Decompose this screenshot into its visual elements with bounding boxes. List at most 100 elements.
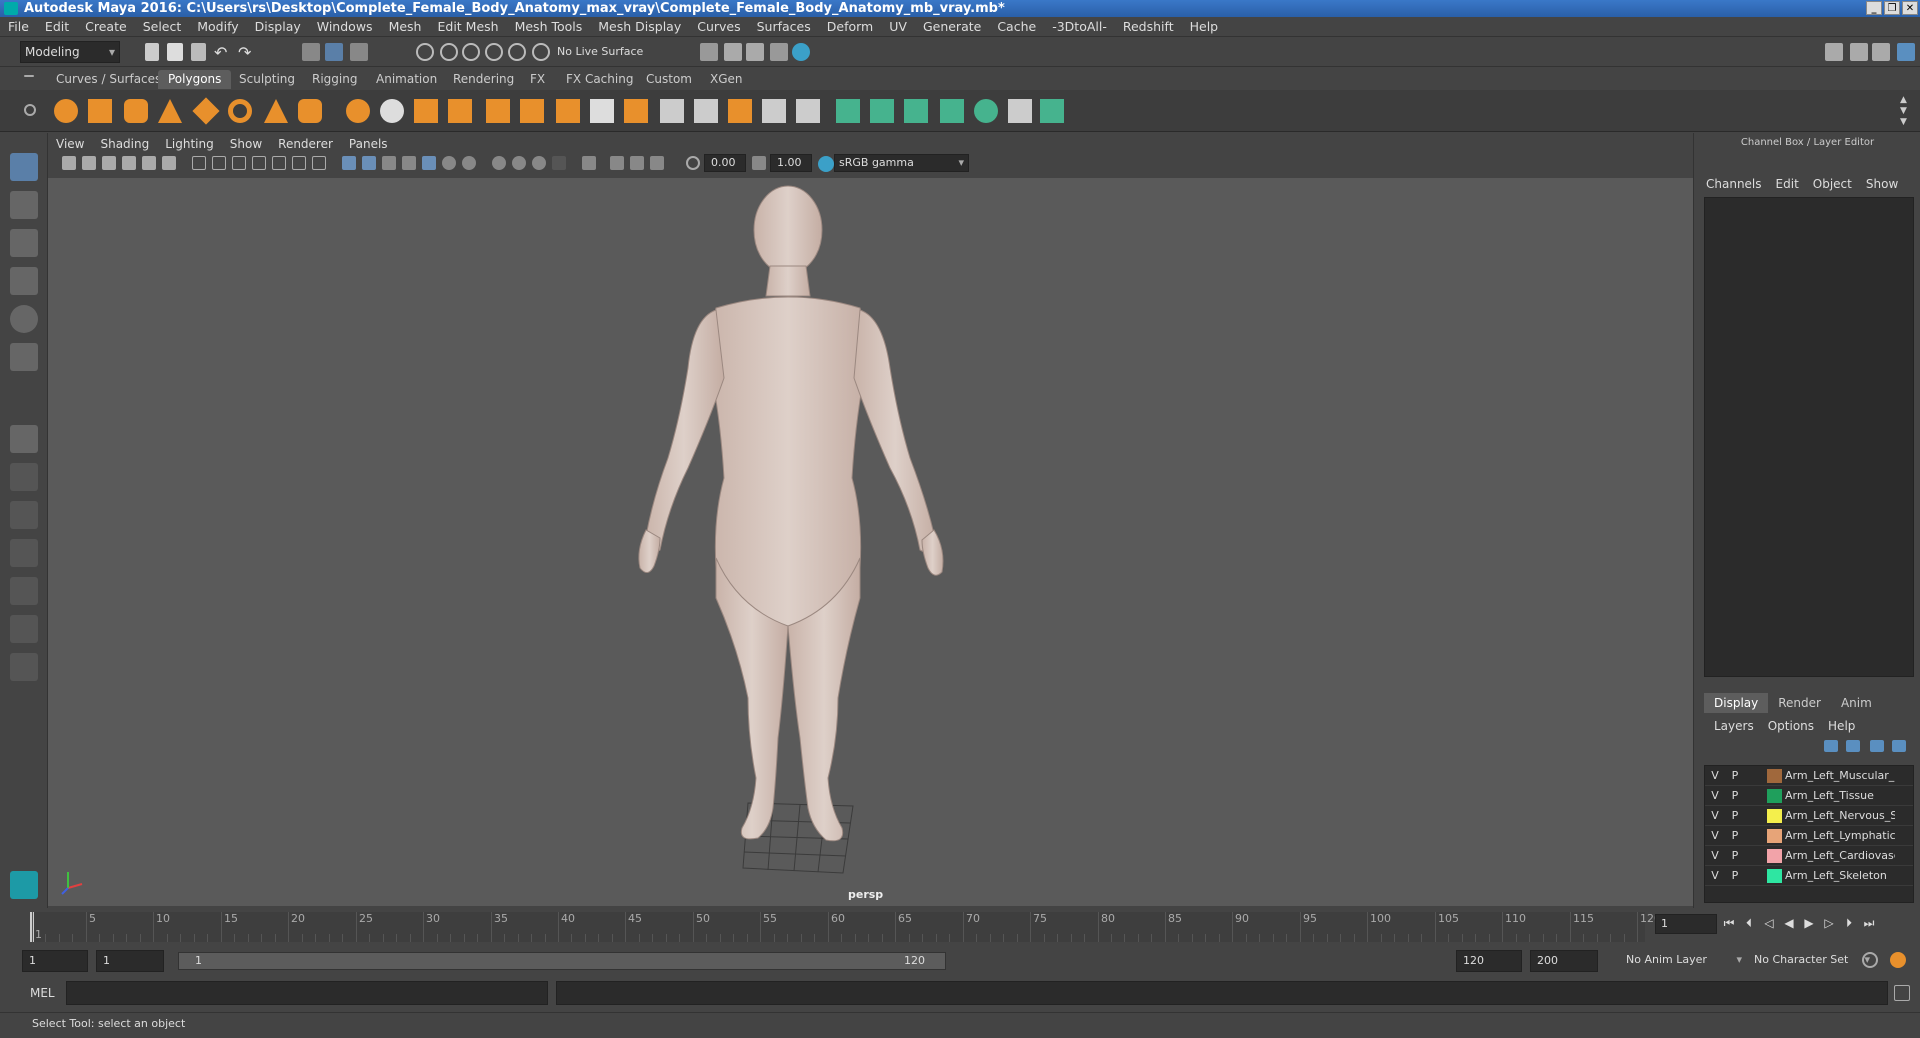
play-backwards-button[interactable]: ◀ xyxy=(1781,914,1797,932)
grid-icon[interactable] xyxy=(192,156,206,170)
layer-color-swatch[interactable] xyxy=(1767,868,1782,883)
layer-color-swatch[interactable] xyxy=(1767,808,1782,823)
xray-components-icon[interactable] xyxy=(650,156,664,170)
menu-set-dropdown[interactable]: Modeling xyxy=(20,41,120,63)
menu-surfaces[interactable]: Surfaces xyxy=(749,17,819,37)
layer-row[interactable]: V P Arm_Left_Tissue xyxy=(1705,786,1913,806)
channel-edit-menu[interactable]: Edit xyxy=(1776,177,1813,191)
playback-start-field[interactable]: 1 xyxy=(96,950,164,972)
layer-playback-toggle[interactable]: P xyxy=(1725,849,1745,862)
append-polygon-icon[interactable] xyxy=(660,99,684,123)
layer-visibility-toggle[interactable]: V xyxy=(1705,849,1725,862)
multisample-aa-icon[interactable] xyxy=(532,156,546,170)
combine-icon[interactable] xyxy=(346,99,370,123)
channel-box-area[interactable] xyxy=(1704,197,1914,677)
select-by-hierarchy-icon[interactable] xyxy=(302,43,320,61)
camera-attributes-icon[interactable] xyxy=(82,156,96,170)
new-layer-selected-icon[interactable] xyxy=(1892,740,1906,752)
panel-menu-panels[interactable]: Panels xyxy=(341,135,396,153)
smooth-shade-icon[interactable] xyxy=(362,156,376,170)
menu-create[interactable]: Create xyxy=(77,17,135,37)
panel-menu-shading[interactable]: Shading xyxy=(92,135,157,153)
scale-tool-icon[interactable] xyxy=(10,343,38,371)
custom-layout-icon[interactable] xyxy=(10,653,38,681)
shelf-tab-custom[interactable]: Custom xyxy=(636,70,702,89)
field-chart-icon[interactable] xyxy=(272,156,286,170)
bridge-icon[interactable] xyxy=(520,99,544,123)
options-menu[interactable]: Options xyxy=(1768,719,1828,733)
layer-playback-toggle[interactable]: P xyxy=(1725,869,1745,882)
image-plane-icon[interactable] xyxy=(122,156,136,170)
undo-icon[interactable]: ↶ xyxy=(214,43,232,62)
layer-visibility-toggle[interactable]: V xyxy=(1705,829,1725,842)
poly-pipe-icon[interactable] xyxy=(298,99,322,123)
channel-show-menu[interactable]: Show xyxy=(1866,177,1912,191)
outliner-persp-graph-layout-icon[interactable] xyxy=(10,615,38,643)
menu-curves[interactable]: Curves xyxy=(689,17,748,37)
move-layer-up-icon[interactable] xyxy=(1824,740,1838,752)
redo-icon[interactable]: ↷ xyxy=(238,43,256,62)
view-transform-dropdown[interactable]: sRGB gamma xyxy=(834,154,969,172)
character-set-dropdown[interactable]: No Character Set xyxy=(1750,950,1874,972)
mirror-geometry-icon[interactable] xyxy=(414,99,438,123)
shelf-tab-fx-caching[interactable]: FX Caching xyxy=(556,70,643,89)
open-scene-icon[interactable] xyxy=(167,43,183,61)
tool-settings-icon[interactable] xyxy=(1872,43,1890,61)
snap-curve-icon[interactable] xyxy=(440,43,458,61)
screen-space-ao-icon[interactable] xyxy=(492,156,506,170)
command-input[interactable] xyxy=(66,981,548,1005)
hypershade-icon[interactable] xyxy=(792,43,810,61)
panel-menu-show[interactable]: Show xyxy=(222,135,270,153)
planar-mapping-icon[interactable] xyxy=(836,99,860,123)
rotate-tool-icon[interactable] xyxy=(10,305,38,333)
reduce-icon[interactable] xyxy=(486,99,510,123)
menu-mesh-tools[interactable]: Mesh Tools xyxy=(507,17,591,37)
step-forward-frame-button[interactable]: ▷ xyxy=(1821,914,1837,932)
select-by-object-icon[interactable] xyxy=(325,43,343,61)
uv-editor-icon[interactable] xyxy=(974,99,998,123)
menu-edit-mesh[interactable]: Edit Mesh xyxy=(429,17,506,37)
shelf-scroll-icon[interactable]: ▲ ▼ ▼ xyxy=(1900,95,1907,128)
four-view-layout-icon[interactable] xyxy=(10,463,38,491)
xray-joints-icon[interactable] xyxy=(630,156,644,170)
snap-point-icon[interactable] xyxy=(462,43,480,61)
color-management-icon[interactable] xyxy=(818,156,834,172)
paint-select-tool-icon[interactable] xyxy=(10,229,38,257)
shelf-tab-rigging[interactable]: Rigging xyxy=(302,70,367,89)
layer-playback-toggle[interactable]: P xyxy=(1725,829,1745,842)
layer-row[interactable]: V P Arm_Left_Lymphatic_ xyxy=(1705,826,1913,846)
xray-icon[interactable] xyxy=(610,156,624,170)
channel-box-toggle-icon[interactable] xyxy=(1897,43,1915,61)
exposure-field[interactable]: 0.00 xyxy=(704,154,746,172)
textured-icon[interactable] xyxy=(422,156,436,170)
shelf-settings-icon[interactable] xyxy=(24,104,36,116)
tab-render[interactable]: Render xyxy=(1768,693,1831,713)
animation-preferences-icon[interactable] xyxy=(1890,952,1906,968)
command-language-label[interactable]: MEL xyxy=(30,986,55,1000)
separate-icon[interactable] xyxy=(380,99,404,123)
menu-help[interactable]: Help xyxy=(1182,17,1227,37)
smooth-icon[interactable] xyxy=(448,99,472,123)
shadows-icon[interactable] xyxy=(462,156,476,170)
move-tool-icon[interactable] xyxy=(10,267,38,295)
bevel-icon[interactable] xyxy=(590,99,614,123)
range-bar[interactable]: 1 120 xyxy=(178,952,946,970)
move-layer-down-icon[interactable] xyxy=(1846,740,1860,752)
layer-color-swatch[interactable] xyxy=(1767,788,1782,803)
render-settings-icon[interactable] xyxy=(770,43,788,61)
auto-key-icon[interactable] xyxy=(1862,952,1878,968)
poly-cube-icon[interactable] xyxy=(88,99,112,123)
persp-hypershade-layout-icon[interactable] xyxy=(10,577,38,605)
cylindrical-mapping-icon[interactable] xyxy=(870,99,894,123)
poly-pyramid-icon[interactable] xyxy=(264,99,288,123)
menu-modify[interactable]: Modify xyxy=(189,17,246,37)
menu-display[interactable]: Display xyxy=(247,17,309,37)
gamma-icon[interactable] xyxy=(752,156,766,170)
poly-cylinder-icon[interactable] xyxy=(124,99,148,123)
layer-playback-toggle[interactable]: P xyxy=(1725,809,1745,822)
menu-generate[interactable]: Generate xyxy=(915,17,989,37)
layer-playback-toggle[interactable]: P xyxy=(1725,769,1745,782)
attribute-editor-icon[interactable] xyxy=(1850,43,1868,61)
playback-end-field[interactable]: 120 xyxy=(1456,950,1522,972)
save-scene-icon[interactable] xyxy=(191,43,206,61)
